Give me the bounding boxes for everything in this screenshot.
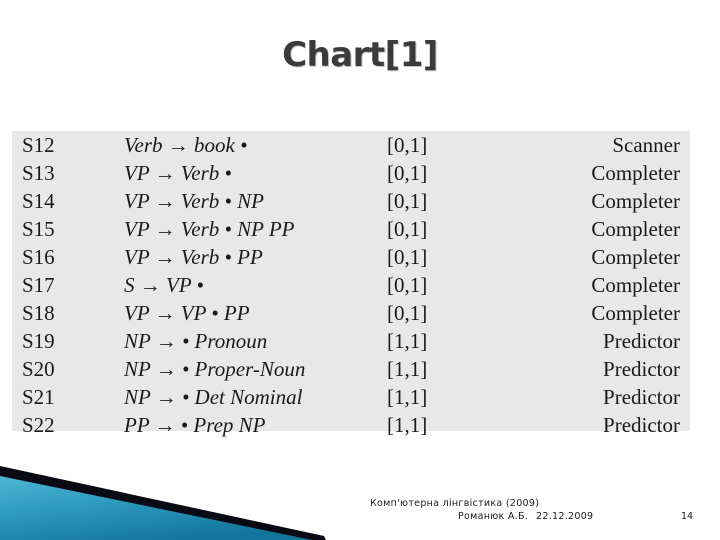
table-row: S14 VP → Verb • NP [0,1] Completer <box>12 187 690 215</box>
table-row: S15 VP → Verb • NP PP [0,1] Completer <box>12 215 690 243</box>
state-id: S20 <box>22 357 55 381</box>
state-id: S17 <box>22 273 55 297</box>
rule-text: NP → • Pronoun <box>124 329 268 353</box>
state-id: S12 <box>22 133 55 157</box>
state-id: S21 <box>22 385 55 409</box>
rule-text: VP → Verb • <box>124 161 232 185</box>
slide: Chart[1] S12 Verb → book • [0,1] Scanner… <box>0 0 720 540</box>
operation: Completer <box>591 301 680 325</box>
footer-author: Романюк А.Б. <box>458 511 529 522</box>
operation: Predictor <box>603 329 680 353</box>
footer-course: Комп'ютерна лінгвістика (2009) <box>370 498 540 509</box>
state-id: S16 <box>22 245 55 269</box>
chart-table: S12 Verb → book • [0,1] Scanner S13 VP →… <box>12 131 690 437</box>
span-text: [1,1] <box>387 413 428 437</box>
state-id: S13 <box>22 161 55 185</box>
span-text: [0,1] <box>387 273 428 297</box>
table-row: S20 NP → • Proper-Noun [1,1] Predictor <box>12 355 690 383</box>
state-id: S18 <box>22 301 55 325</box>
span-text: [0,1] <box>387 301 428 325</box>
state-id: S19 <box>22 329 55 353</box>
rule-text: VP → Verb • NP <box>124 189 264 213</box>
rule-text: NP → • Proper-Noun <box>124 357 306 381</box>
table-row: S19 NP → • Pronoun [1,1] Predictor <box>12 327 690 355</box>
state-id: S14 <box>22 189 55 213</box>
rule-text: VP → Verb • NP PP <box>124 217 295 241</box>
state-id: S15 <box>22 217 55 241</box>
span-text: [0,1] <box>387 189 428 213</box>
operation: Predictor <box>603 357 680 381</box>
span-text: [1,1] <box>387 329 428 353</box>
operation: Predictor <box>603 413 680 437</box>
operation: Scanner <box>612 133 680 157</box>
operation: Completer <box>591 245 680 269</box>
table-row: S13 VP → Verb • [0,1] Completer <box>12 159 690 187</box>
operation: Completer <box>591 189 680 213</box>
span-text: [0,1] <box>387 245 428 269</box>
table-row: S16 VP → Verb • PP [0,1] Completer <box>12 243 690 271</box>
state-id: S22 <box>22 413 55 437</box>
span-text: [0,1] <box>387 161 428 185</box>
page-number: 14 <box>681 511 694 522</box>
span-text: [0,1] <box>387 217 428 241</box>
operation: Completer <box>591 217 680 241</box>
operation: Predictor <box>603 385 680 409</box>
rule-text: Verb → book • <box>124 133 248 157</box>
rule-text: PP → • Prep NP <box>124 413 266 437</box>
table-row: S18 VP → VP • PP [0,1] Completer <box>12 299 690 327</box>
operation: Completer <box>591 161 680 185</box>
rule-text: NP → • Det Nominal <box>124 385 303 409</box>
slide-footer: Комп'ютерна лінгвістика (2009) Романюк А… <box>0 498 720 534</box>
span-text: [1,1] <box>387 385 428 409</box>
rule-text: S → VP • <box>124 273 204 297</box>
footer-date: 22.12.2009 <box>536 511 594 522</box>
table-row: S17 S → VP • [0,1] Completer <box>12 271 690 299</box>
page-title: Chart[1] <box>282 35 438 75</box>
table-row: S12 Verb → book • [0,1] Scanner <box>12 131 690 159</box>
span-text: [0,1] <box>387 133 428 157</box>
rule-text: VP → Verb • PP <box>124 245 263 269</box>
table-row: S22 PP → • Prep NP [1,1] Predictor <box>12 411 690 439</box>
rule-text: VP → VP • PP <box>124 301 250 325</box>
table-row: S21 NP → • Det Nominal [1,1] Predictor <box>12 383 690 411</box>
operation: Completer <box>591 273 680 297</box>
span-text: [1,1] <box>387 357 428 381</box>
